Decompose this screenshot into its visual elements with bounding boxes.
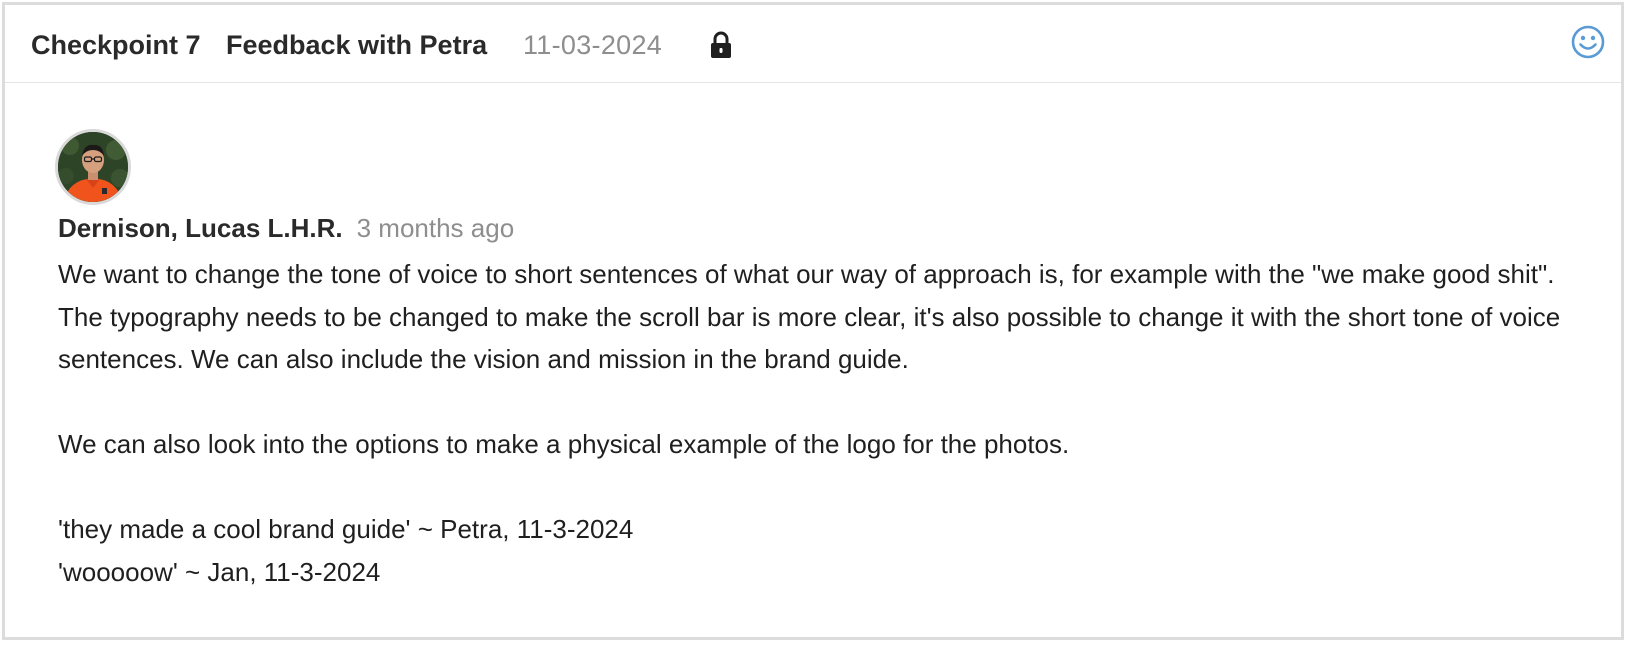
author-name[interactable]: Dernison, Lucas L.H.R. [58,213,343,243]
quote-line: 'they made a cool brand guide' ~ Petra, … [58,514,634,544]
quote-line: 'wooooow' ~ Jan, 11-3-2024 [58,556,381,587]
feedback-card: Checkpoint 7 Feedback with Petra 11-03-2… [2,2,1624,640]
checkpoint-label: Checkpoint 7 [31,30,201,60]
card-header: Checkpoint 7 Feedback with Petra 11-03-2… [5,5,1621,83]
comment-timestamp: 3 months ago [356,213,515,243]
comment: Dernison, Lucas L.H.R. 3 months ago We wa… [55,129,1591,587]
author-line: Dernison, Lucas L.H.R. 3 months ago [58,213,514,244]
comment-paragraph: We can also look into the options to mak… [58,429,1070,459]
comment-paragraph: We want to change the tone of voice to s… [58,259,1561,374]
comment-body: We want to change the tone of voice to s… [58,253,1568,593]
smiley-icon[interactable] [1571,25,1605,59]
lock-icon [711,31,731,58]
feedback-title: Feedback with Petra [226,30,488,60]
avatar-photo [58,132,128,202]
feedback-date: 11-03-2024 [523,30,663,60]
user-avatar[interactable] [55,129,131,205]
